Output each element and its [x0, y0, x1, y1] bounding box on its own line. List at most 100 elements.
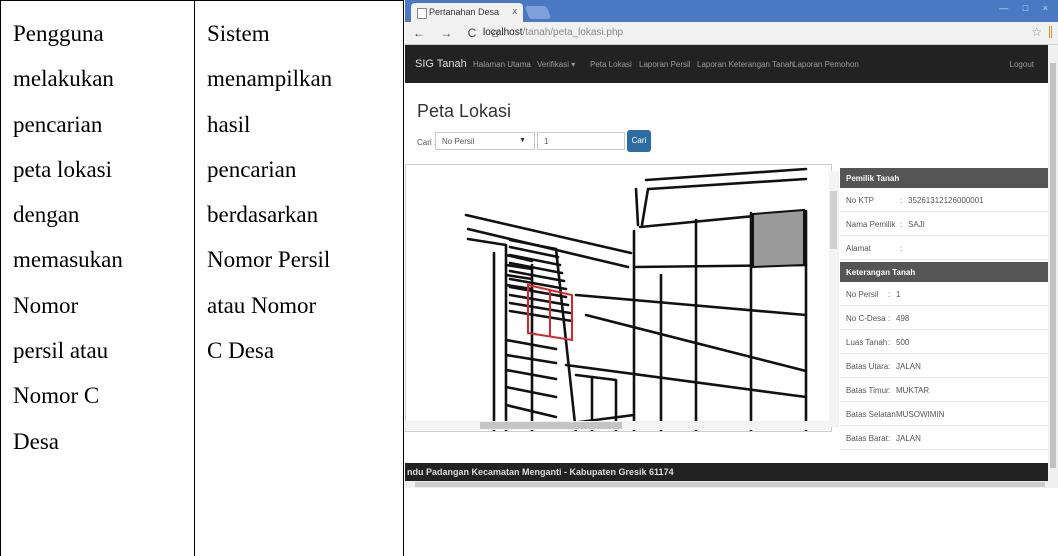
row-value: 35261312126000001 — [908, 196, 984, 205]
text-line: persil atau — [13, 338, 109, 364]
text-line: berdasarkan — [207, 202, 319, 228]
row-value: SAJI — [908, 220, 925, 229]
row-sep: : — [900, 196, 903, 205]
bookmark-star-icon[interactable]: ☆ — [1031, 25, 1042, 39]
filled-parcel[interactable] — [752, 208, 805, 269]
info-row-batas-barat: Batas Barat : JALAN — [840, 426, 1048, 450]
window-controls[interactable]: — □ × — [999, 3, 1054, 13]
page-horizontal-scrollbar[interactable] — [405, 481, 1058, 488]
text-line: atau Nomor — [207, 292, 317, 318]
nav-item-laporan-pemohon[interactable]: Laporan Pemohon — [793, 60, 859, 69]
search-input[interactable]: 1 — [537, 132, 625, 150]
page-title: Peta Lokasi — [417, 101, 512, 121]
info-panel: Pemilik Tanah No KTP : 35261312126000001… — [840, 164, 1048, 460]
close-icon[interactable]: x — [513, 6, 518, 16]
search-button[interactable]: Cari — [627, 130, 651, 152]
info-row-batas-selatan: Batas Selatan : MUSOWIMIN — [840, 402, 1048, 426]
row-key: Batas Barat — [846, 434, 888, 443]
text-line: C Desa — [207, 338, 275, 364]
text-line: hasil — [207, 111, 251, 137]
row-sep: : — [888, 290, 891, 299]
owner-header: Pemilik Tanah — [840, 168, 1048, 188]
search-label: Cari : — [417, 138, 437, 147]
info-row-batas-utara: Batas Utara : JALAN — [840, 354, 1048, 378]
row-value: 500 — [896, 338, 910, 347]
row-value: 1 — [896, 290, 901, 299]
nav-item-laporan-persil[interactable]: Laporan Persil — [639, 60, 691, 69]
tab-title: Pertanahan Desa — [429, 7, 500, 17]
page-scrollbar[interactable] — [1048, 45, 1058, 488]
row-value: MUSOWIMIN — [896, 410, 945, 419]
text-line: pencarian — [13, 111, 103, 137]
text-line: peta lokasi — [13, 156, 112, 182]
address-bar: ← → C ⌂ localhost/tanah/peta_lokasi.php … — [405, 22, 1058, 45]
row-value: JALAN — [896, 362, 921, 371]
row-key: No Persil — [846, 290, 879, 299]
scroll-thumb[interactable] — [415, 482, 1045, 487]
url-host: localhost — [483, 27, 523, 38]
browser-tab[interactable]: Pertanahan Desa x — [411, 3, 523, 22]
row-key: Nama Pemilik — [846, 220, 896, 229]
search-type-select[interactable]: No Persil ▼ — [435, 132, 535, 150]
menu-icon[interactable] — [1049, 26, 1056, 38]
row-sep: : — [888, 362, 891, 371]
page-icon — [417, 8, 427, 19]
row-value: MUKTAR — [896, 386, 930, 395]
logout-link[interactable]: Logout — [1010, 60, 1034, 69]
navbar-brand[interactable]: SIG Tanah — [415, 58, 467, 70]
row-sep: : — [888, 314, 891, 323]
text-line: Nomor Persil — [207, 247, 331, 273]
map-view[interactable] — [405, 164, 832, 432]
browser-screenshot: Pertanahan Desa x — □ × ← → C ⌂ localhos… — [405, 0, 1058, 488]
scroll-thumb[interactable] — [480, 422, 622, 429]
chevron-down-icon: ▼ — [519, 137, 526, 144]
info-row-no-ktp: No KTP : 35261312126000001 — [840, 188, 1048, 212]
parcel-map[interactable] — [406, 165, 832, 432]
info-row-nama-pemilik: Nama Pemilik : SAJI — [840, 212, 1048, 236]
scroll-thumb[interactable] — [1050, 63, 1056, 468]
text-line: menampilkan — [207, 66, 333, 92]
text-line: Nomor C — [13, 383, 100, 409]
browser-tabstrip: Pertanahan Desa x — □ × — [405, 0, 1058, 22]
row-sep: : — [888, 338, 891, 347]
row-key: Batas Utara — [846, 362, 889, 371]
scroll-thumb[interactable] — [830, 191, 837, 249]
navbar: SIG Tanah Halaman Utama Verifikasi ▾ Pet… — [405, 45, 1048, 83]
text-line: Sistem — [207, 21, 270, 46]
text-line: Desa — [13, 428, 59, 454]
nav-item-peta-lokasi[interactable]: Peta Lokasi — [590, 60, 632, 69]
url-path: /tanah/peta_lokasi.php — [522, 27, 624, 38]
row-value: 498 — [896, 314, 910, 323]
row-key: No C-Desa — [846, 314, 886, 323]
text-line: memasukan — [13, 247, 123, 273]
table-cell-user-action: Pengguna melakukan pencarian peta lokasi den… — [0, 0, 195, 556]
nav-item-halaman-utama[interactable]: Halaman Utama — [473, 60, 531, 69]
info-row-alamat: Alamat : — [840, 236, 1048, 260]
text-line: pencarian — [207, 156, 297, 182]
search-select-value: No Persil — [442, 137, 475, 146]
text-line: Pengguna — [13, 21, 104, 46]
land-header: Keterangan Tanah — [840, 262, 1048, 282]
text-line: dengan — [13, 202, 80, 228]
info-row-luas-tanah: Luas Tanah : 500 — [840, 330, 1048, 354]
url-field[interactable]: localhost/tanah/peta_lokasi.php — [483, 27, 623, 38]
info-row-no-persil: No Persil : 1 — [840, 282, 1048, 306]
map-vertical-scrollbar[interactable] — [829, 171, 839, 427]
page-footer: ndu Padangan Kecamatan Menganti - Kabupa… — [405, 463, 1048, 481]
row-key: No KTP — [846, 196, 875, 205]
row-key: Batas Timur — [846, 386, 889, 395]
main-content: Peta Lokasi Cari : No Persil ▼ 1 Cari Pe… — [405, 83, 1048, 463]
row-sep: : — [900, 220, 903, 229]
nav-item-verifikasi[interactable]: Verifikasi ▾ — [537, 60, 575, 69]
row-sep: : — [888, 386, 891, 395]
table-cell-system-response: Sistem menampilkan hasil pencarian berdasark… — [195, 0, 404, 556]
map-horizontal-scrollbar[interactable] — [405, 421, 829, 430]
new-tab-button[interactable] — [524, 6, 552, 19]
nav-item-laporan-keterangan-tanah[interactable]: Laporan Keterangan Tanah — [697, 60, 794, 69]
row-sep: : — [888, 410, 891, 419]
text-line: melakukan — [13, 66, 114, 92]
row-key: Alamat — [846, 244, 871, 253]
info-row-batas-timur: Batas Timur : MUKTAR — [840, 378, 1048, 402]
row-sep: : — [888, 434, 891, 443]
row-value: JALAN — [896, 434, 921, 443]
